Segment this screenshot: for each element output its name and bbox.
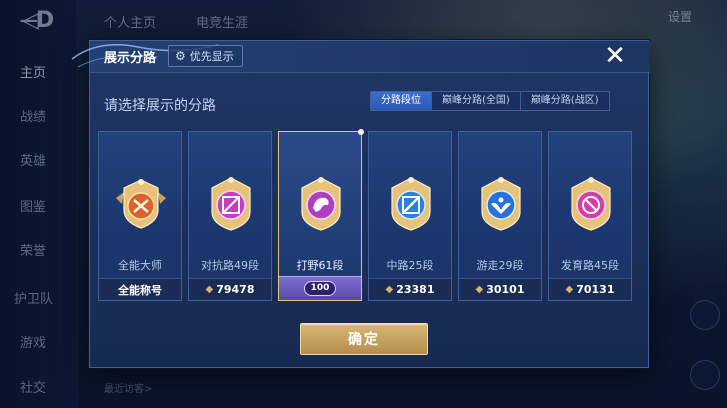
card-name: 对抗路49段 — [201, 259, 259, 272]
route-card-clash[interactable]: 对抗路49段 ◆ 79478 — [188, 131, 272, 301]
mid-lane-emblem-icon — [391, 177, 431, 231]
card-bottom-text: 30101 — [486, 283, 525, 296]
card-score: ◆ 30101 — [459, 278, 541, 300]
card-score: ◆ 23381 — [369, 278, 451, 300]
score-diamond-icon: ◆ — [565, 284, 574, 295]
score-diamond-icon: ◆ — [385, 284, 394, 295]
selected-corner-marker — [358, 129, 364, 135]
route-card-allround[interactable]: 全能大师 全能称号 — [98, 131, 182, 301]
card-name: 发育路45段 — [561, 259, 619, 272]
tab-route-rank[interactable]: 分路段位 — [371, 92, 432, 110]
selection-prompt: 请选择展示的分路 — [104, 98, 216, 114]
allround-emblem-icon — [116, 179, 166, 229]
roam-emblem-icon — [481, 177, 521, 231]
card-name: 游走29段 — [476, 259, 524, 272]
priority-display-label: 优先显示 — [189, 50, 234, 63]
card-name: 中路25段 — [386, 259, 434, 272]
card-bottom-text: 70131 — [576, 283, 615, 296]
card-score: ◆ 79478 — [189, 278, 271, 300]
score-diamond-icon: ◆ — [205, 284, 214, 295]
level-pill: 100 — [303, 281, 337, 296]
score-diamond-icon: ◆ — [475, 284, 484, 295]
card-bottom-text: 23381 — [396, 283, 435, 296]
modal-header: 展示分路 ⚙ 优先显示 ✕ — [71, 41, 650, 73]
modal-title: 展示分路 — [104, 51, 157, 66]
card-score: ◆ 70131 — [549, 278, 631, 300]
tab-peak-national[interactable]: 巅峰分路(全国) — [432, 92, 521, 110]
card-name: 打野61段 — [296, 259, 344, 272]
clash-lane-emblem-icon — [211, 177, 251, 231]
route-card-jungle[interactable]: 打野61段 100 — [278, 129, 364, 301]
farm-lane-emblem-icon — [571, 177, 611, 231]
close-icon: ✕ — [604, 41, 626, 71]
route-tabs: 分路段位 巅峰分路(全国) 巅峰分路(战区) — [370, 91, 610, 111]
card-bottom-text: 全能称号 — [118, 283, 162, 297]
tab-peak-region[interactable]: 巅峰分路(战区) — [520, 92, 609, 110]
route-card-roam[interactable]: 游走29段 ◆ 30101 — [458, 131, 542, 301]
priority-display-button[interactable]: ⚙ 优先显示 — [168, 45, 243, 67]
route-card-farm[interactable]: 发育路45段 ◆ 70131 — [548, 131, 632, 301]
gear-icon: ⚙ — [175, 49, 186, 63]
route-card-mid[interactable]: 中路25段 ◆ 23381 — [368, 131, 452, 301]
card-bottom-text: 79478 — [216, 283, 255, 296]
confirm-button[interactable]: 确定 — [300, 323, 428, 355]
card-name: 全能大师 — [118, 259, 162, 272]
route-display-modal: 展示分路 ⚙ 优先显示 ✕ 请选择展示的分路 分路段位 巅峰分路(全国) 巅峰分… — [71, 40, 650, 368]
card-title-label: 全能称号 — [99, 278, 181, 300]
jungle-emblem-icon — [301, 177, 341, 231]
route-cards: 全能大师 全能称号 对抗路49段 ◆ 79478 打野61段 100 中路25段… — [98, 129, 642, 303]
close-button[interactable]: ✕ — [600, 41, 630, 71]
level-badge: 100 — [279, 276, 361, 300]
